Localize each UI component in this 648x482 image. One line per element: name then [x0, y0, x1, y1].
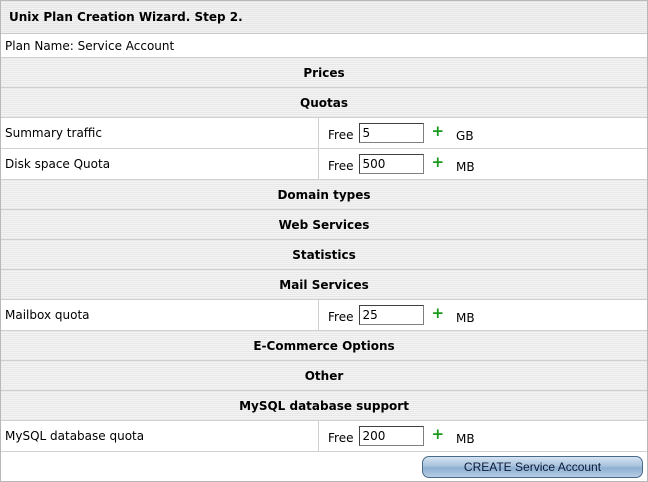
- wizard-title: Unix Plan Creation Wizard. Step 2.: [1, 1, 647, 34]
- section-other[interactable]: Other: [1, 361, 647, 391]
- plus-icon[interactable]: +: [431, 304, 444, 322]
- mailbox-quota-label: Mailbox quota: [1, 300, 319, 330]
- summary-traffic-label: Summary traffic: [1, 118, 319, 148]
- section-ecommerce[interactable]: E-Commerce Options: [1, 331, 647, 361]
- section-web-services[interactable]: Web Services: [1, 210, 647, 240]
- section-quotas[interactable]: Quotas: [1, 88, 647, 118]
- row-disk-space: Disk space Quota Free + MB: [1, 149, 647, 180]
- summary-traffic-input[interactable]: [359, 123, 425, 143]
- plus-icon[interactable]: +: [431, 153, 444, 171]
- row-mailbox-quota: Mailbox quota Free + MB: [1, 300, 647, 331]
- create-service-account-button[interactable]: CREATE Service Account: [422, 456, 643, 478]
- plus-icon[interactable]: +: [431, 122, 444, 140]
- section-prices[interactable]: Prices: [1, 58, 647, 88]
- row-mysql-quota: MySQL database quota Free + MB: [1, 421, 647, 452]
- disk-space-label: Disk space Quota: [1, 149, 319, 179]
- mysql-quota-input[interactable]: [359, 426, 425, 446]
- free-label: Free: [328, 310, 354, 324]
- mysql-quota-label: MySQL database quota: [1, 421, 319, 451]
- section-statistics[interactable]: Statistics: [1, 240, 647, 270]
- mysql-quota-value-cell: Free + MB: [319, 421, 647, 451]
- section-domain-types[interactable]: Domain types: [1, 180, 647, 210]
- free-label: Free: [328, 128, 354, 142]
- mailbox-quota-value-cell: Free + MB: [319, 300, 647, 330]
- disk-space-value-cell: Free + MB: [319, 149, 647, 179]
- summary-traffic-value-cell: Free + GB: [319, 118, 647, 148]
- section-mail-services[interactable]: Mail Services: [1, 270, 647, 300]
- plan-name: Plan Name: Service Account: [1, 34, 647, 58]
- unit-label: GB: [456, 129, 474, 143]
- unit-label: MB: [456, 432, 475, 446]
- unit-label: MB: [456, 311, 475, 325]
- free-label: Free: [328, 431, 354, 445]
- section-mysql[interactable]: MySQL database support: [1, 391, 647, 421]
- plus-icon[interactable]: +: [431, 425, 444, 443]
- free-label: Free: [328, 159, 354, 173]
- unit-label: MB: [456, 160, 475, 174]
- disk-space-input[interactable]: [359, 154, 425, 174]
- wizard-panel: Unix Plan Creation Wizard. Step 2. Plan …: [0, 0, 648, 482]
- form-footer: CREATE Service Account: [1, 452, 647, 482]
- row-summary-traffic: Summary traffic Free + GB: [1, 118, 647, 149]
- mailbox-quota-input[interactable]: [359, 305, 425, 325]
